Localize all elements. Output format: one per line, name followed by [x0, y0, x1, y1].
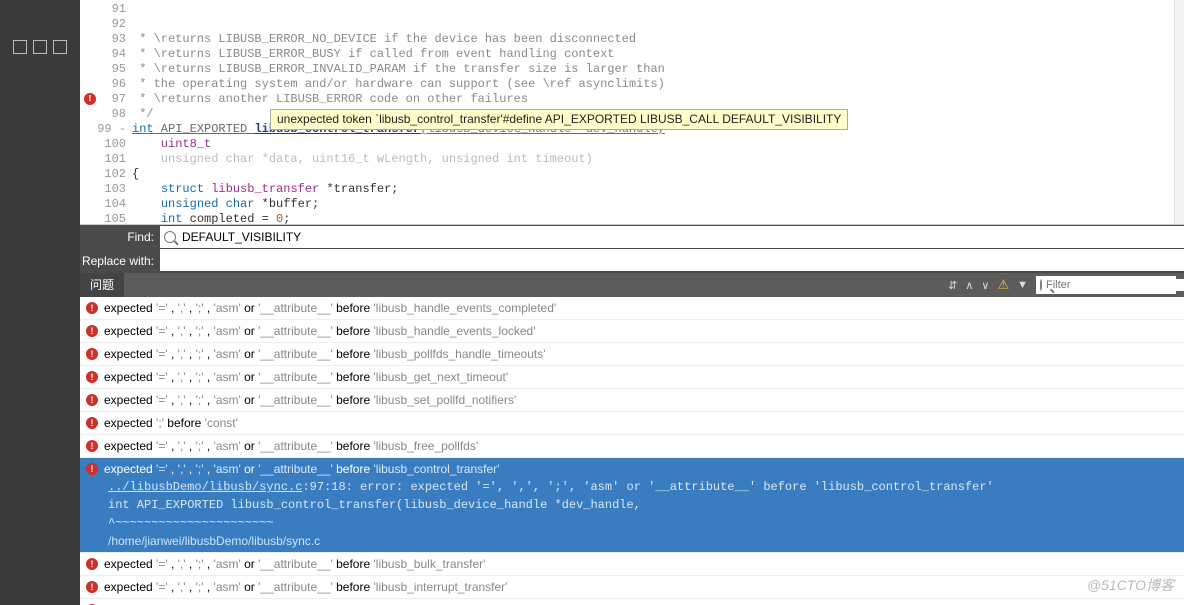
problem-message: expected '=' , ',' , ';' , 'asm' or '__a…: [104, 555, 1184, 573]
search-icon: [164, 231, 176, 243]
minimap-scrollbar[interactable]: [1174, 0, 1184, 224]
error-icon: [86, 394, 98, 406]
line-number: 104: [80, 197, 126, 212]
problem-row[interactable]: expected '=' , ',' , ';' , 'asm' or '__a…: [80, 366, 1184, 389]
code-line[interactable]: * \returns LIBUSB_ERROR_BUSY if called f…: [132, 47, 1174, 62]
code-line[interactable]: * \returns another LIBUSB_ERROR code on …: [132, 92, 1174, 107]
error-icon: [86, 417, 98, 429]
panel-toolbar: ⇵ ∧ ∨ ⚠ ▼: [940, 276, 1184, 294]
main-area: 919293949596979899 -100101102103104105 *…: [80, 0, 1184, 605]
problem-row[interactable]: expected '=' , ',' , ';' , 'asm' or '__a…: [80, 343, 1184, 366]
problem-message: expected '=' , ',' , ';' , 'asm' or '__a…: [104, 322, 1184, 340]
problem-message: expected '=' , ',' , ';' , 'asm' or '__a…: [104, 368, 1184, 386]
problem-row[interactable]: expected '=' , ',' , ';' , 'asm' or '__a…: [80, 435, 1184, 458]
rail-icon-1[interactable]: [13, 40, 27, 54]
code-line[interactable]: {: [132, 167, 1174, 182]
line-number: 103: [80, 182, 126, 197]
problem-message: conflicting types for 'usbi_cond_timedwa…: [104, 601, 1184, 605]
tab-problems[interactable]: 问题: [80, 273, 124, 297]
find-label: Find:: [80, 225, 160, 249]
line-number: 91: [80, 2, 126, 17]
line-number: 100: [80, 137, 126, 152]
line-number: 102: [80, 167, 126, 182]
code-line[interactable]: uint8_t: [132, 137, 1174, 152]
error-icon: [86, 371, 98, 383]
error-icon: [86, 558, 98, 570]
error-icon: [86, 440, 98, 452]
code-line[interactable]: unsigned char *data, uint16_t wLength, u…: [132, 152, 1174, 167]
problem-message: expected '=' , ',' , ';' , 'asm' or '__a…: [104, 460, 1184, 550]
code-editor[interactable]: 919293949596979899 -100101102103104105 *…: [80, 0, 1184, 225]
problem-row[interactable]: conflicting types for 'usbi_cond_timedwa…: [80, 599, 1184, 605]
problem-message: expected '=' , ',' , ';' , 'asm' or '__a…: [104, 345, 1184, 363]
problem-row[interactable]: expected '=' , ',' , ';' , 'asm' or '__a…: [80, 297, 1184, 320]
code-line[interactable]: * \returns LIBUSB_ERROR_NO_DEVICE if the…: [132, 32, 1174, 47]
problem-message: expected '=' , ',' , ';' , 'asm' or '__a…: [104, 437, 1184, 455]
filter-input[interactable]: [1046, 279, 1184, 291]
activity-bar[interactable]: [0, 0, 80, 605]
search-icon: [1040, 279, 1042, 291]
code-line[interactable]: * the operating system and/or hardware c…: [132, 77, 1174, 92]
problem-message: expected '=' , ',' , ';' , 'asm' or '__a…: [104, 578, 1184, 596]
filter-icon[interactable]: ▼: [1017, 279, 1028, 291]
error-icon: [86, 463, 98, 475]
problems-panel[interactable]: expected '=' , ',' , ';' , 'asm' or '__a…: [80, 297, 1184, 605]
problem-row[interactable]: expected '=' , ',' , ';' , 'asm' or '__a…: [80, 389, 1184, 412]
code-line[interactable]: unsigned char *buffer;: [132, 197, 1174, 212]
code-line[interactable]: int completed = 0;: [132, 212, 1174, 224]
rail-icon-3[interactable]: [53, 40, 67, 54]
warning-icon[interactable]: ⚠: [997, 277, 1009, 293]
gutter-error-icon[interactable]: [84, 93, 96, 105]
error-icon: [86, 302, 98, 314]
line-number: 101: [80, 152, 126, 167]
problem-message: expected '=' , ',' , ';' , 'asm' or '__a…: [104, 299, 1184, 317]
problem-message: expected '=' , ',' , ';' , 'asm' or '__a…: [104, 391, 1184, 409]
line-number: 99 -: [80, 122, 126, 137]
line-number: 105: [80, 212, 126, 227]
line-number: 96: [80, 77, 126, 92]
problem-row[interactable]: expected ';' before 'const': [80, 412, 1184, 435]
problem-row[interactable]: expected '=' , ',' , ';' , 'asm' or '__a…: [80, 320, 1184, 343]
error-icon: [86, 348, 98, 360]
replace-bar: Replace with:: [80, 249, 1184, 273]
error-tooltip: unexpected token `libusb_control_transfe…: [270, 109, 848, 130]
gutter: 919293949596979899 -100101102103104105: [80, 0, 132, 224]
replace-input[interactable]: [160, 249, 1184, 271]
line-number: 98: [80, 107, 126, 122]
line-number: 93: [80, 32, 126, 47]
panel-tabs: 问题 ⇵ ∧ ∨ ⚠ ▼: [80, 273, 1184, 297]
code-line[interactable]: * \returns LIBUSB_ERROR_INVALID_PARAM if…: [132, 62, 1174, 77]
find-input-wrap[interactable]: [160, 226, 1184, 248]
line-number: 95: [80, 62, 126, 77]
code-line[interactable]: struct libusb_transfer *transfer;: [132, 182, 1174, 197]
filter-input-wrap[interactable]: [1036, 276, 1176, 294]
expand-icon[interactable]: ⇵: [948, 279, 957, 292]
error-icon: [86, 325, 98, 337]
rail-icon-group: [13, 40, 67, 54]
chevron-up-icon[interactable]: ∧: [965, 279, 973, 292]
find-input[interactable]: [182, 230, 1180, 244]
problem-row[interactable]: expected '=' , ',' , ';' , 'asm' or '__a…: [80, 553, 1184, 576]
chevron-down-icon[interactable]: ∨: [981, 279, 989, 292]
rail-icon-2[interactable]: [33, 40, 47, 54]
problem-message: expected ';' before 'const': [104, 414, 1184, 432]
problem-row[interactable]: expected '=' , ',' , ';' , 'asm' or '__a…: [80, 576, 1184, 599]
replace-label: Replace with:: [80, 249, 160, 273]
problem-row[interactable]: expected '=' , ',' , ';' , 'asm' or '__a…: [80, 458, 1184, 553]
code-body[interactable]: * \returns LIBUSB_ERROR_NO_DEVICE if the…: [132, 0, 1174, 224]
error-icon: [86, 581, 98, 593]
find-bar: Find:: [80, 225, 1184, 249]
line-number: 92: [80, 17, 126, 32]
line-number: 94: [80, 47, 126, 62]
